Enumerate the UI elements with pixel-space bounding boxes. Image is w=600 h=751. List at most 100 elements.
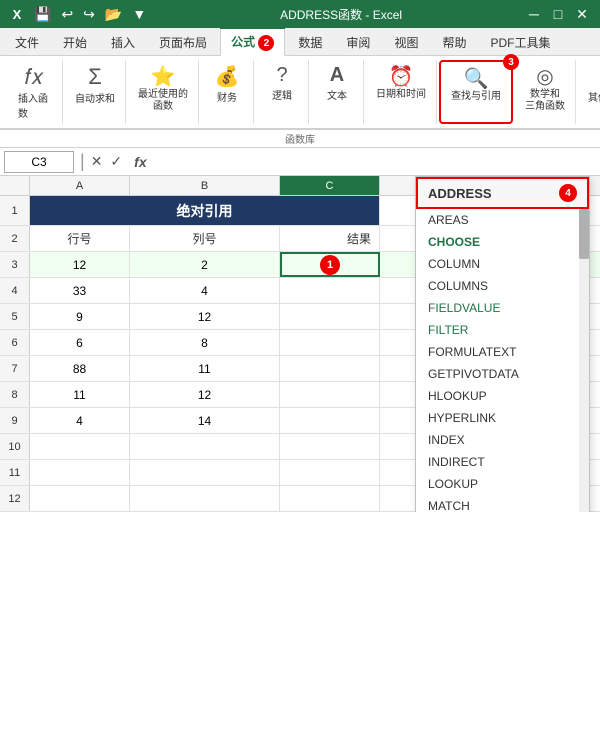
- recent-label: 最近使用的函数: [138, 89, 188, 113]
- cell-a4[interactable]: 33: [30, 278, 130, 303]
- excel-icon: X: [8, 5, 26, 23]
- cell-c2[interactable]: 结果: [280, 226, 380, 251]
- row-header-9: 9: [0, 408, 30, 433]
- cell-b12[interactable]: [130, 486, 280, 511]
- dropdown-item-formulatext[interactable]: FORMULATEXT: [416, 341, 589, 363]
- dropdown-item-columns[interactable]: COLUMNS: [416, 275, 589, 297]
- logic-btn[interactable]: ? 逻辑: [262, 62, 302, 104]
- more-btn[interactable]: ⋯ 其他函数: [584, 62, 600, 106]
- row-header-6: 6: [0, 330, 30, 355]
- cell-b2[interactable]: 列号: [130, 226, 280, 251]
- confirm-formula-icon[interactable]: ✓: [110, 153, 122, 170]
- cell-b4[interactable]: 4: [130, 278, 280, 303]
- maximize-btn[interactable]: □: [548, 6, 568, 22]
- lookup-badge: 3: [503, 54, 519, 70]
- dropdown-item-choose[interactable]: CHOOSE: [416, 231, 589, 253]
- cell-c10[interactable]: [280, 434, 380, 459]
- open-btn[interactable]: 📂: [103, 6, 124, 23]
- cell-b3[interactable]: 2: [130, 252, 280, 277]
- tab-view[interactable]: 视图: [383, 29, 429, 55]
- cell-c3[interactable]: 1: [280, 252, 380, 277]
- cell-b5[interactable]: 12: [130, 304, 280, 329]
- cell-a12[interactable]: [30, 486, 130, 511]
- cell-c7[interactable]: [280, 356, 380, 381]
- cell-b6[interactable]: 8: [130, 330, 280, 355]
- tab-file[interactable]: 文件: [4, 29, 50, 55]
- insert-function-group: 𝑓𝑥 插入函数: [6, 60, 63, 124]
- cell-a2[interactable]: 行号: [30, 226, 130, 251]
- window-controls: ─ □ ✕: [524, 6, 592, 22]
- save-btn[interactable]: 💾: [32, 6, 53, 23]
- datetime-btn[interactable]: ⏰ 日期和时间: [372, 62, 430, 103]
- dropdown-item-match[interactable]: MATCH: [416, 495, 589, 512]
- tab-insert[interactable]: 插入: [100, 29, 146, 55]
- cell-b7[interactable]: 11: [130, 356, 280, 381]
- dropdown-item-filter[interactable]: FILTER: [416, 319, 589, 341]
- spreadsheet: A B C 1 绝对引用 2 行号 列号 结果 3 12 2 1 4 33 4 …: [0, 176, 600, 512]
- row-header-3: 3: [0, 252, 30, 277]
- cell-c11[interactable]: [280, 460, 380, 485]
- cell-a7[interactable]: 88: [30, 356, 130, 381]
- minimize-btn[interactable]: ─: [524, 6, 544, 22]
- cell-c6[interactable]: [280, 330, 380, 355]
- cell-b10[interactable]: [130, 434, 280, 459]
- text-btn[interactable]: A 文本: [317, 62, 357, 104]
- cell-a10[interactable]: [30, 434, 130, 459]
- ribbon-tabs: 文件 开始 插入 页面布局 公式 2 数据 审阅 视图 帮助 PDF工具集: [0, 28, 600, 56]
- cell-reference-input[interactable]: [4, 151, 74, 173]
- dropdown-item-column[interactable]: COLUMN: [416, 253, 589, 275]
- header-cell-merged[interactable]: 绝对引用: [30, 196, 380, 225]
- col-header-b[interactable]: B: [130, 176, 280, 195]
- tab-home[interactable]: 开始: [52, 29, 98, 55]
- recent-btn[interactable]: ⭐ 最近使用的函数: [134, 62, 192, 115]
- dropdown-item-lookup[interactable]: LOOKUP: [416, 473, 589, 495]
- cell-a3[interactable]: 12: [30, 252, 130, 277]
- autosum-btn[interactable]: Σ 自动求和: [71, 62, 119, 107]
- cell-c9[interactable]: [280, 408, 380, 433]
- row-header-8: 8: [0, 382, 30, 407]
- formula-library-label: 函数库: [285, 135, 315, 146]
- cell-a11[interactable]: [30, 460, 130, 485]
- tab-data[interactable]: 数据: [287, 29, 333, 55]
- math-btn[interactable]: ◎ 数学和三角函数: [521, 62, 569, 115]
- undo-btn[interactable]: ↩: [59, 6, 75, 23]
- dropdown-scrollbar[interactable]: [579, 209, 589, 512]
- insert-function-btn[interactable]: 𝑓𝑥 插入函数: [14, 62, 54, 122]
- col-header-a[interactable]: A: [30, 176, 130, 195]
- cell-a5[interactable]: 9: [30, 304, 130, 329]
- dropdown-scrollbar-thumb[interactable]: [579, 209, 589, 259]
- dropdown-item-fieldvalue[interactable]: FIELDVALUE: [416, 297, 589, 319]
- finance-btn[interactable]: 💰 财务: [207, 62, 247, 106]
- formula-input[interactable]: [155, 155, 596, 169]
- dropdown-item-index[interactable]: INDEX: [416, 429, 589, 451]
- cell-a8[interactable]: 11: [30, 382, 130, 407]
- dropdown-item-hyperlink[interactable]: HYPERLINK: [416, 407, 589, 429]
- qa-dropdown-btn[interactable]: ▼: [130, 6, 148, 22]
- tab-pdf[interactable]: PDF工具集: [479, 29, 561, 55]
- close-btn[interactable]: ✕: [572, 6, 592, 22]
- fx-icon: 𝑓𝑥: [24, 64, 43, 90]
- row-header-7: 7: [0, 356, 30, 381]
- redo-btn[interactable]: ↪: [81, 6, 97, 23]
- cell-c8[interactable]: [280, 382, 380, 407]
- tab-review[interactable]: 审阅: [335, 29, 381, 55]
- cancel-formula-icon[interactable]: ✕: [91, 153, 103, 170]
- cell-b8[interactable]: 12: [130, 382, 280, 407]
- cell-c5[interactable]: [280, 304, 380, 329]
- autosum-group: Σ 自动求和: [65, 60, 126, 124]
- cell-c4[interactable]: [280, 278, 380, 303]
- dropdown-item-areas[interactable]: AREAS: [416, 209, 589, 231]
- tab-help[interactable]: 帮助: [431, 29, 477, 55]
- tab-layout[interactable]: 页面布局: [148, 29, 218, 55]
- cell-c12[interactable]: [280, 486, 380, 511]
- cell-b11[interactable]: [130, 460, 280, 485]
- cell-a9[interactable]: 4: [30, 408, 130, 433]
- dropdown-item-getpivotdata[interactable]: GETPIVOTDATA: [416, 363, 589, 385]
- dropdown-item-indirect[interactable]: INDIRECT: [416, 451, 589, 473]
- lookup-btn[interactable]: 🔍 查找与引用: [447, 64, 505, 105]
- cell-a6[interactable]: 6: [30, 330, 130, 355]
- col-header-c[interactable]: C: [280, 176, 380, 195]
- cell-b9[interactable]: 14: [130, 408, 280, 433]
- dropdown-item-hlookup[interactable]: HLOOKUP: [416, 385, 589, 407]
- tab-formula[interactable]: 公式 2: [220, 28, 285, 57]
